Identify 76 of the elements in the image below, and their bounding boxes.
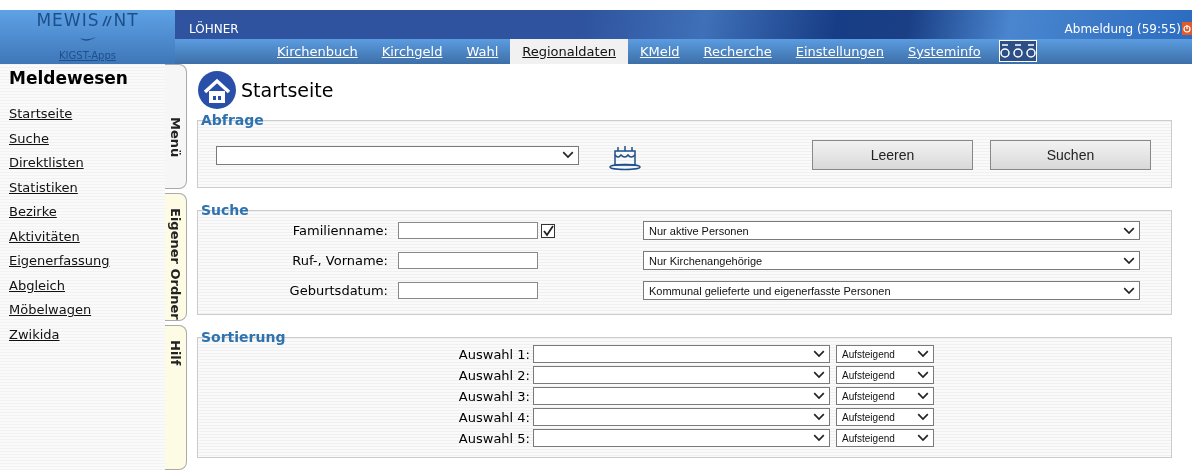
side-tab[interactable]: Hilf <box>165 324 187 470</box>
action-button[interactable]: Leeren <box>812 140 973 170</box>
filter-select[interactable]: Kommunal gelieferte und eigenerfasste Personen <box>643 281 1140 300</box>
chevron-icon <box>813 350 825 358</box>
filter-select[interactable]: Nur Kirchenangehörige <box>643 251 1140 270</box>
sort-order-select[interactable]: Aufsteigend <box>836 345 934 363</box>
chevron-icon <box>917 413 929 421</box>
nav-tab[interactable]: Recherche <box>691 38 784 64</box>
nav-tab[interactable]: Regionaldaten <box>510 38 628 64</box>
side-tab[interactable]: Eigener Ordner <box>165 193 187 321</box>
sidebar-link[interactable]: Eigenerfassung <box>9 249 165 274</box>
action-button[interactable]: Suchen <box>990 140 1151 170</box>
sort-field-select[interactable] <box>533 387 830 405</box>
sidebar-link[interactable]: Möbelwagen <box>9 298 165 323</box>
chevron-icon <box>917 434 929 442</box>
sort-label: Auswahl 4: <box>457 409 531 425</box>
logo-text: MEWIS <box>36 11 100 30</box>
sort-field-select[interactable] <box>533 366 830 384</box>
sort-label: Auswahl 2: <box>457 367 531 383</box>
chevron-icon <box>813 434 825 442</box>
query-select[interactable] <box>216 145 579 165</box>
chevron-icon <box>562 151 574 159</box>
nav-tab[interactable]: Einstellungen <box>783 38 896 64</box>
chevron-icon <box>1123 226 1135 235</box>
nav-tab[interactable]: KMeld <box>627 38 692 64</box>
sidebar-link[interactable]: Direktlisten <box>9 151 165 176</box>
sort-field-select[interactable] <box>533 345 830 363</box>
field-label: Geburtsdatum: <box>288 283 389 298</box>
home-icon <box>197 70 237 110</box>
nav-tab[interactable]: Wahl <box>454 38 511 64</box>
field-label: Familienname: <box>291 223 389 238</box>
chevron-icon <box>813 371 825 379</box>
sidebar-link[interactable]: Abgleich <box>9 273 165 298</box>
sidebar-link[interactable]: Suche <box>9 126 165 151</box>
sidebar-link[interactable]: Bezirke <box>9 200 165 225</box>
logo-slash-icon <box>99 13 114 28</box>
logout-link[interactable]: Abmeldung (59:55) <box>1064 21 1181 36</box>
sidebar-link[interactable]: Aktivitäten <box>9 224 165 249</box>
sort-label: Auswahl 3: <box>457 388 531 404</box>
nav-tab[interactable]: Systeminfo <box>895 38 993 64</box>
sort-label: Auswahl 1: <box>457 346 531 362</box>
chevron-icon <box>917 350 929 358</box>
section-legend: Suche <box>201 202 249 218</box>
sort-field-select[interactable] <box>533 408 830 426</box>
chevron-icon <box>917 371 929 379</box>
people-icon[interactable] <box>998 40 1037 63</box>
input-field[interactable] <box>398 252 538 269</box>
sort-order-select[interactable]: Aufsteigend <box>836 408 934 426</box>
nav-tab[interactable]: Kirchenbuch <box>265 38 370 64</box>
filter-select[interactable]: Nur aktive Personen <box>643 221 1140 240</box>
sort-order-select[interactable]: Aufsteigend <box>836 387 934 405</box>
sidebar-link[interactable]: Zwikida <box>9 322 165 347</box>
field-label: Ruf-, Vorname: <box>291 253 389 268</box>
side-tab[interactable]: Menü <box>165 64 187 189</box>
sort-order-select[interactable]: Aufsteigend <box>836 429 934 447</box>
section-legend: Sortierung <box>201 329 286 345</box>
logo-text: NT <box>113 11 139 30</box>
chevron-icon <box>1123 286 1135 295</box>
chevron-icon <box>813 392 825 400</box>
input-field[interactable] <box>398 222 538 239</box>
input-field[interactable] <box>398 282 538 299</box>
power-icon[interactable] <box>1182 22 1192 35</box>
sidebar-link[interactable]: Startseite <box>9 102 165 127</box>
user-name: LÖHNER <box>189 21 239 36</box>
sort-order-select[interactable]: Aufsteigend <box>836 366 934 384</box>
chevron-icon <box>813 413 825 421</box>
section-legend: Abfrage <box>201 112 264 128</box>
sort-label: Auswahl 5: <box>457 430 531 446</box>
sidebar-title: Meldewesen <box>9 68 129 88</box>
chevron-icon <box>917 392 929 400</box>
nav-tab[interactable]: Kirchgeld <box>369 38 455 64</box>
sort-field-select[interactable] <box>533 429 830 447</box>
chevron-icon <box>1123 256 1135 265</box>
page-title: Startseite <box>241 79 334 101</box>
sidebar-link[interactable]: Statistiken <box>9 175 165 200</box>
checkbox[interactable] <box>541 223 555 238</box>
